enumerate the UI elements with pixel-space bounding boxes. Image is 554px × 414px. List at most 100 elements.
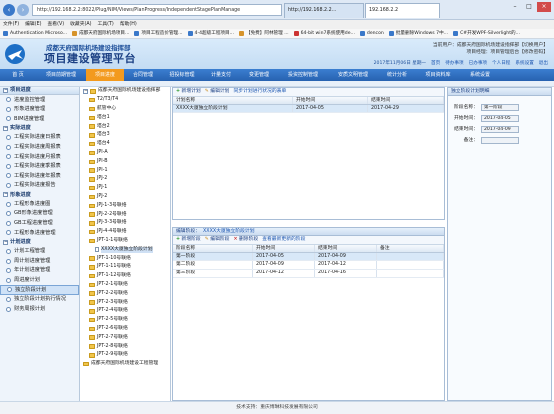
sidebar-item[interactable]: BIM进度管理: [0, 114, 79, 124]
menu-tools[interactable]: 工具(T): [98, 22, 114, 28]
favorite-link[interactable]: C#开发WPF-Silverlight的...: [453, 31, 520, 37]
collapse-icon[interactable]: −: [3, 239, 8, 245]
menu-view[interactable]: 查看(V): [47, 22, 64, 28]
tree-node[interactable]: JPI-1: [81, 166, 170, 175]
sidebar-group-plan[interactable]: − 计划进度: [0, 238, 79, 247]
tree-node[interactable]: JPJ-2: [81, 175, 170, 184]
maximize-icon[interactable]: □: [522, 2, 536, 12]
tree-node[interactable]: 塔台4: [81, 140, 170, 149]
sidebar-item[interactable]: 工程形象进度图: [0, 199, 79, 209]
sidebar-item[interactable]: 形象进度管理: [0, 105, 79, 115]
sidebar-item[interactable]: 工程实际进度季报表: [0, 162, 79, 172]
tree-node[interactable]: JPT-2-2号联络: [81, 289, 170, 298]
favorite-link[interactable]: dencon: [359, 31, 384, 37]
nav-investment[interactable]: 投资控制管理: [278, 69, 328, 81]
favorite-link[interactable]: 批量删除Windows 7中...: [388, 31, 448, 37]
sidebar-item[interactable]: 进度监控管理: [0, 95, 79, 105]
tree-node-expanded[interactable]: JPT-1-1号联络: [81, 237, 170, 246]
table-row[interactable]: 第一阶段 2017-04-05 2017-04-09: [173, 253, 444, 262]
nav-statistics[interactable]: 统计分析: [378, 69, 416, 81]
favorite-link[interactable]: Authentication Microso...: [3, 31, 67, 37]
nav-settings[interactable]: 系统设置: [460, 69, 500, 81]
sidebar-item[interactable]: 财务周报计划: [0, 304, 79, 314]
tree-node[interactable]: JPT-2-6号联络: [81, 325, 170, 334]
tree-node[interactable]: 塔台1: [81, 113, 170, 122]
tree-node[interactable]: JPT-1-11号联络: [81, 263, 170, 272]
tree-node[interactable]: JPJ-1-3号联络: [81, 201, 170, 210]
tree-node[interactable]: JPI-A: [81, 149, 170, 158]
delete-stage-button[interactable]: × 删除阶段: [233, 237, 258, 243]
tree-node[interactable]: JPJ-2-2号联络: [81, 210, 170, 219]
address-bar[interactable]: http://192.168.2.2:8022/Plug/NIM/Views/P…: [32, 4, 282, 16]
tree-node[interactable]: JPT-2-8号联络: [81, 342, 170, 351]
forward-button[interactable]: ›: [17, 4, 29, 16]
sidebar-item[interactable]: 工程实际进度报告: [0, 181, 79, 191]
tree-node[interactable]: JPT-1-10号联络: [81, 254, 170, 263]
col-plan-name[interactable]: 计划名称: [173, 97, 293, 104]
tree-node[interactable]: JPJ-4-4号联络: [81, 228, 170, 237]
sidebar-item[interactable]: GB形象进度管理: [0, 209, 79, 219]
tree-node[interactable]: JPI-B: [81, 157, 170, 166]
menu-help[interactable]: 帮助(H): [120, 22, 137, 28]
col-end[interactable]: 结束时间: [368, 97, 444, 104]
tree-node[interactable]: JPT-2-1号联络: [81, 281, 170, 290]
col-stage-name[interactable]: 阶段名称: [173, 245, 253, 252]
sidebar-item[interactable]: 工程形象进度管理: [0, 228, 79, 238]
tree-node[interactable]: JPJ-2: [81, 193, 170, 202]
tree-node[interactable]: 航管中心: [81, 105, 170, 114]
tree-node[interactable]: JPT-1-12号联络: [81, 272, 170, 281]
collapse-icon[interactable]: −: [83, 88, 88, 94]
tree-node[interactable]: 塔台3: [81, 131, 170, 140]
nav-bidding[interactable]: 招投标管理: [162, 69, 202, 81]
col-end[interactable]: 结束时间: [315, 245, 377, 252]
menu-favorites[interactable]: 收藏夹(A): [70, 22, 91, 28]
sidebar-item-independent-stage-plan[interactable]: 独立阶段计划: [0, 285, 79, 295]
shortcut-done[interactable]: 已办事项: [469, 61, 487, 67]
view-latest-link[interactable]: 查看最新更新的阶段: [262, 237, 305, 243]
sidebar-item[interactable]: 工程实际进度周报表: [0, 142, 79, 152]
tree-node[interactable]: JPJ-3-3号联络: [81, 219, 170, 228]
tree-node[interactable]: JPT-2-5号联络: [81, 316, 170, 325]
tree-node[interactable]: JPT-2-7号联络: [81, 333, 170, 342]
tree-node[interactable]: 塔台2: [81, 122, 170, 131]
collapse-icon[interactable]: −: [3, 192, 8, 198]
table-row[interactable]: 第三阶段 2017-04-12 2017-04-16: [173, 269, 444, 279]
tree-node[interactable]: JPT-2-4号联络: [81, 307, 170, 316]
close-icon[interactable]: ×: [537, 2, 551, 12]
nav-contract[interactable]: 合同管理: [124, 69, 162, 81]
sidebar-item[interactable]: 年计划进度管理: [0, 266, 79, 276]
favorite-link[interactable]: 4-4超级工程项目...: [187, 31, 234, 37]
tree-root[interactable]: − 成都天府国际机场建设指挥部: [81, 87, 170, 96]
tree-node[interactable]: JPT-2-9号联络: [81, 351, 170, 360]
shortcut-home[interactable]: 首页: [431, 61, 440, 67]
user-role[interactable]: 项目经理：项目管理后台【修改密码】: [466, 50, 548, 56]
tree-node[interactable]: JPJ-1: [81, 184, 170, 193]
edit-plan-button[interactable]: ✎ 编辑计划: [205, 89, 230, 95]
shortcut-logout[interactable]: 退出: [539, 61, 548, 67]
nav-preproject[interactable]: 项目前期管理: [36, 69, 86, 81]
start-date-field[interactable]: 2017-04-05: [481, 115, 519, 122]
tree-node[interactable]: 成都天府国际机场建设工程管理: [81, 360, 170, 369]
browser-tab-2[interactable]: 192.168.2.2: [365, 3, 440, 18]
sidebar-item[interactable]: 独立阶段计划执行情况: [0, 295, 79, 305]
add-stage-button[interactable]: + 新增阶段: [176, 237, 201, 243]
col-start[interactable]: 开始时间: [293, 97, 368, 104]
end-date-field[interactable]: 2017-04-09: [481, 126, 519, 133]
favorite-link[interactable]: 成都天府国际机场项目...: [72, 31, 129, 37]
collapse-icon[interactable]: −: [3, 88, 8, 93]
stage-name-field[interactable]: 第一阶段: [481, 104, 519, 111]
tree-node-selected[interactable]: XXXX大厦独立阶段计划: [81, 245, 170, 254]
remark-field[interactable]: [481, 137, 519, 144]
tree-node[interactable]: JPT-2-3号联络: [81, 298, 170, 307]
nav-home[interactable]: 首 页: [0, 69, 36, 81]
nav-progress[interactable]: 项目进度: [86, 69, 124, 81]
col-remark[interactable]: 备注: [377, 245, 444, 252]
minimize-icon[interactable]: –: [508, 2, 522, 12]
nav-payment[interactable]: 计量支付: [202, 69, 240, 81]
sidebar-item[interactable]: 工程实际进度日报表: [0, 133, 79, 143]
sync-plan-link[interactable]: 同步计划进行状况的表单: [233, 89, 286, 95]
sidebar-item[interactable]: 计划工程管理: [0, 247, 79, 257]
favorite-link[interactable]: 项目工程造价管理...: [134, 31, 183, 37]
sidebar-item[interactable]: 周进度计划: [0, 276, 79, 286]
nav-safety[interactable]: 安质文明管理: [328, 69, 378, 81]
